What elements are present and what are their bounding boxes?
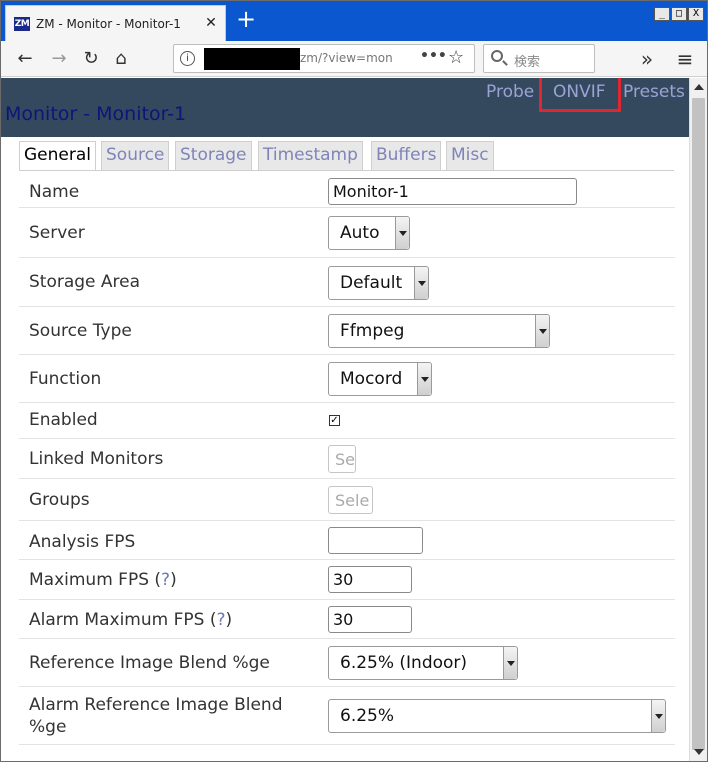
row-storage-area: Storage Area Default xyxy=(19,258,675,307)
tab-strip: ZM ZM - Monitor - Monitor-1 ✕ + _ □ X xyxy=(1,1,707,41)
source-type-select[interactable]: Ffmpeg xyxy=(328,314,550,348)
new-tab-button[interactable]: + xyxy=(233,7,259,33)
page-actions-icon[interactable]: ••• xyxy=(420,48,447,64)
scroll-up-icon[interactable] xyxy=(694,84,704,90)
alarm-maximum-fps-help-link[interactable]: ? xyxy=(216,610,225,630)
server-select[interactable]: Auto xyxy=(328,216,410,250)
row-reference-blend: Reference Image Blend %ge 6.25% (Indoor) xyxy=(19,639,675,687)
zm-favicon-icon: ZM xyxy=(14,16,30,31)
enabled-checkbox[interactable]: ✓ xyxy=(329,415,340,426)
label-alarm-reference-blend: Alarm Reference Image Blend %ge xyxy=(29,694,283,738)
alarm-maximum-fps-text: Alarm Maximum FPS xyxy=(29,610,205,630)
label-groups: Groups xyxy=(29,490,90,510)
alarm-reference-blend-select-value: 6.25% xyxy=(340,706,395,726)
reference-blend-select[interactable]: 6.25% (Indoor) xyxy=(328,646,518,680)
info-icon[interactable]: i xyxy=(180,51,195,66)
onvif-highlight-box xyxy=(539,78,621,112)
nav-toolbar: ← → ↻ ⌂ i zm/?view=mon ••• ☆ 検索 » ≡ xyxy=(1,41,707,77)
storage-area-select-value: Default xyxy=(340,273,403,293)
row-groups: Groups Sele xyxy=(19,479,675,521)
chevron-down-icon xyxy=(414,267,428,299)
chevron-down-icon xyxy=(417,363,431,395)
row-alarm-reference-blend: Alarm Reference Image Blend %ge 6.25% xyxy=(19,687,675,745)
forward-icon[interactable]: → xyxy=(45,45,73,73)
storage-area-select[interactable]: Default xyxy=(328,266,429,300)
name-field[interactable]: Monitor-1 xyxy=(328,178,577,205)
row-name: Name Monitor-1 xyxy=(19,171,675,208)
bookmark-star-icon[interactable]: ☆ xyxy=(448,47,464,68)
close-tab-icon[interactable]: ✕ xyxy=(203,15,219,31)
function-select[interactable]: Mocord xyxy=(328,362,432,396)
row-maximum-fps: Maximum FPS (?) 30 xyxy=(19,560,675,600)
alarm-ref-blend-line2: %ge xyxy=(29,717,67,737)
vertical-scrollbar[interactable] xyxy=(689,78,707,761)
presets-link[interactable]: Presets xyxy=(623,82,685,102)
row-enabled: Enabled ✓ xyxy=(19,403,675,439)
groups-select[interactable]: Sele xyxy=(328,486,373,514)
home-icon[interactable]: ⌂ xyxy=(107,45,135,73)
tab-title: ZM - Monitor - Monitor-1 xyxy=(36,16,181,31)
label-function: Function xyxy=(29,369,102,389)
close-window-button[interactable]: X xyxy=(688,7,704,21)
page-content: Probe ONVIF Presets Monitor - Monitor-1 … xyxy=(1,78,689,761)
overflow-chevron-icon[interactable]: » xyxy=(633,45,661,73)
search-input[interactable]: 検索 xyxy=(483,44,595,73)
chevron-down-icon xyxy=(535,315,549,347)
label-linked-monitors: Linked Monitors xyxy=(29,449,164,469)
probe-link[interactable]: Probe xyxy=(486,82,534,102)
maximize-button[interactable]: □ xyxy=(671,7,687,21)
tab-timestamp[interactable]: Timestamp xyxy=(258,141,363,171)
row-source-type: Source Type Ffmpeg xyxy=(19,307,675,355)
page-title: Monitor - Monitor-1 xyxy=(5,103,187,125)
label-alarm-maximum-fps: Alarm Maximum FPS (?) xyxy=(29,610,233,630)
label-storage-area: Storage Area xyxy=(29,272,141,292)
maximum-fps-text: Maximum FPS xyxy=(29,570,149,590)
row-analysis-fps: Analysis FPS xyxy=(19,521,675,560)
scrollbar-thumb[interactable] xyxy=(692,98,705,750)
row-alarm-maximum-fps: Alarm Maximum FPS (?) 30 xyxy=(19,600,675,639)
alarm-maximum-fps-field[interactable]: 30 xyxy=(328,606,412,633)
chevron-down-icon xyxy=(395,217,409,249)
function-select-value: Mocord xyxy=(340,369,403,389)
reference-blend-select-value: 6.25% (Indoor) xyxy=(340,653,468,673)
chevron-down-icon xyxy=(651,700,665,732)
analysis-fps-field[interactable] xyxy=(328,527,423,554)
tab-general[interactable]: General xyxy=(19,141,96,171)
search-placeholder: 検索 xyxy=(514,55,541,70)
alarm-ref-blend-line1: Alarm Reference Image Blend xyxy=(29,695,283,715)
hamburger-menu-icon[interactable]: ≡ xyxy=(671,45,699,73)
label-server: Server xyxy=(29,223,85,243)
chevron-down-icon xyxy=(503,647,517,679)
row-cutoff xyxy=(19,745,675,761)
reload-icon[interactable]: ↻ xyxy=(77,45,105,73)
back-icon[interactable]: ← xyxy=(11,45,39,73)
row-function: Function Mocord xyxy=(19,355,675,403)
tab-storage[interactable]: Storage xyxy=(175,141,252,171)
minimize-button[interactable]: _ xyxy=(654,7,670,21)
url-bar[interactable]: i zm/?view=mon ••• ☆ xyxy=(173,44,475,73)
label-analysis-fps: Analysis FPS xyxy=(29,532,136,552)
browser-tab[interactable]: ZM ZM - Monitor - Monitor-1 ✕ xyxy=(5,5,226,41)
row-server: Server Auto xyxy=(19,208,675,258)
tab-buffers[interactable]: Buffers xyxy=(371,141,442,171)
tab-misc[interactable]: Misc xyxy=(446,141,494,171)
linked-monitors-select[interactable]: Se xyxy=(328,445,356,473)
scroll-down-icon[interactable] xyxy=(694,749,704,755)
browser-window: ZM ZM - Monitor - Monitor-1 ✕ + _ □ X ← … xyxy=(0,0,708,762)
row-linked-monitors: Linked Monitors Se xyxy=(19,439,675,479)
label-maximum-fps: Maximum FPS (?) xyxy=(29,570,177,590)
maximum-fps-help-link[interactable]: ? xyxy=(161,570,170,590)
search-icon xyxy=(491,50,503,62)
maximum-fps-field[interactable]: 30 xyxy=(328,566,412,593)
url-text: zm/?view=mon xyxy=(300,51,393,65)
tab-source[interactable]: Source xyxy=(101,141,170,171)
label-enabled: Enabled xyxy=(29,410,98,430)
server-select-value: Auto xyxy=(340,223,380,243)
label-name: Name xyxy=(29,182,80,202)
source-type-select-value: Ffmpeg xyxy=(340,321,405,341)
label-source-type: Source Type xyxy=(29,321,132,341)
redacted-host xyxy=(204,48,300,70)
alarm-reference-blend-select[interactable]: 6.25% xyxy=(328,699,666,733)
label-reference-blend: Reference Image Blend %ge xyxy=(29,653,270,673)
